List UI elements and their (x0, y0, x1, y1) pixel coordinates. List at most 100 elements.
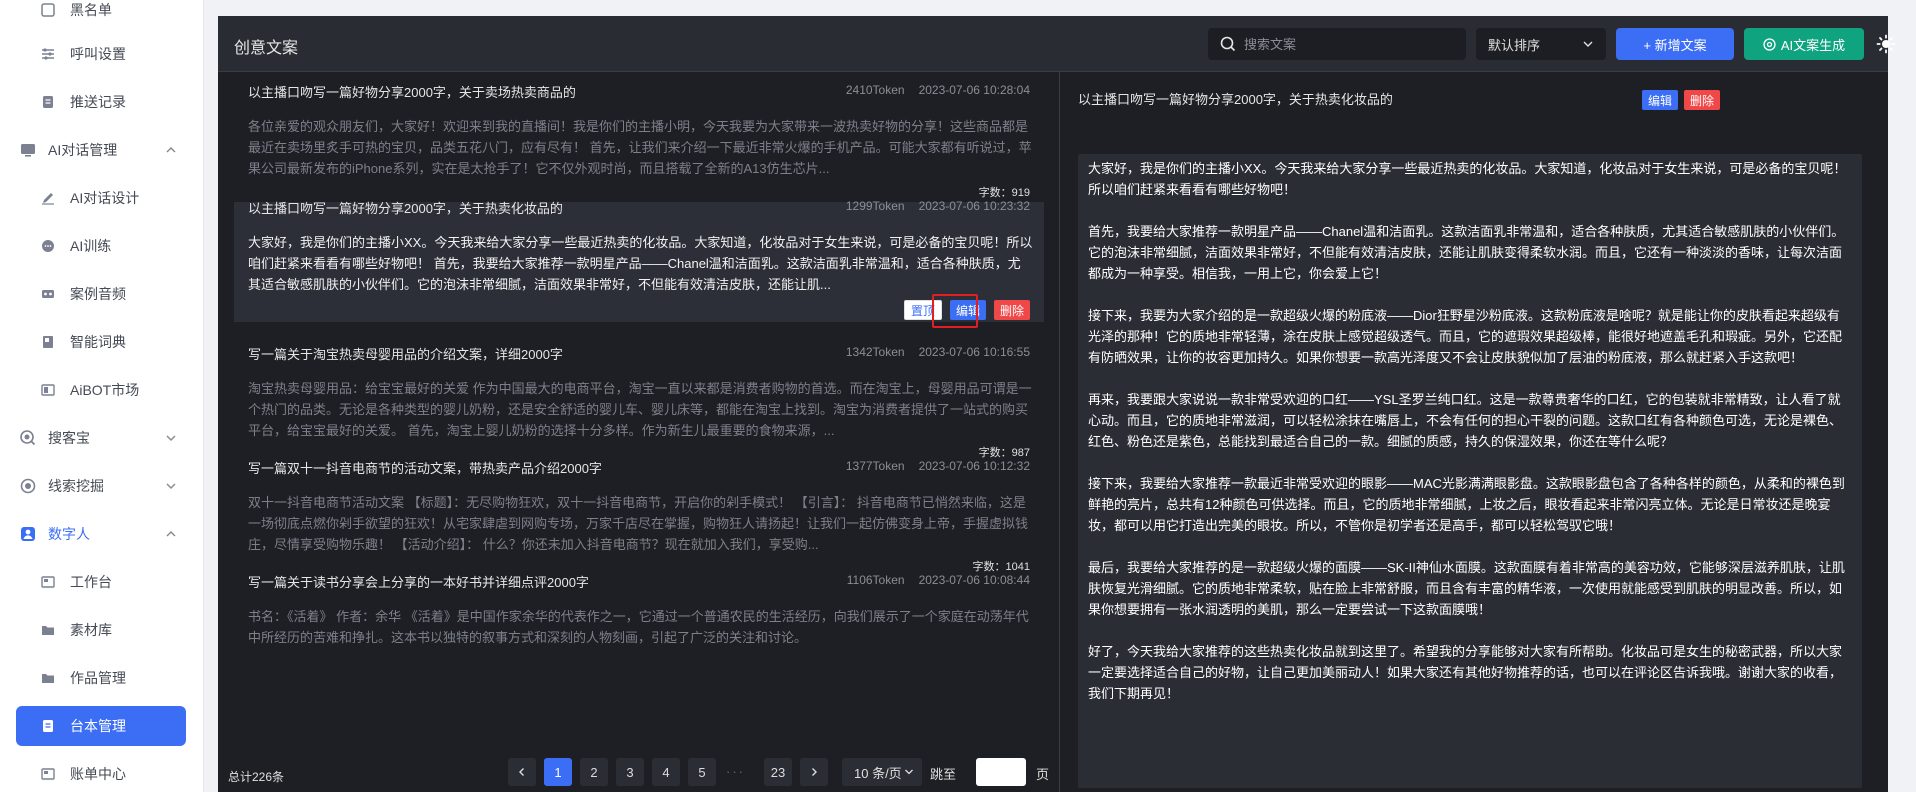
detail-panel: 以主播口吻写一篇好物分享2000字，关于热卖化妆品的 编辑 删除 大家好，我是你… (1060, 72, 1888, 792)
sidebar-item-label: 黑名单 (70, 2, 112, 18)
list-item[interactable]: 写一篇关于读书分享会上分享的一本好书并详细点评2000字 1106Token 20… (234, 562, 1044, 672)
detail-paragraph: 接下来，我要给大家推荐一款最近非常受欢迎的眼影——MAC光影满满眼影盘。这款眼影… (1088, 476, 1845, 533)
ai-icon (1763, 37, 1776, 51)
chevron-down-icon (904, 767, 914, 777)
token-count: 2410Token (845, 83, 905, 97)
top-bar: 创意文案 默认排序 + 新增文案 AI文案生成 (218, 16, 1896, 72)
sort-label: 默认排序 (1488, 37, 1541, 53)
list-item-title: 以主播口吻写一篇好物分享2000字，关于热卖化妆品的 (248, 201, 563, 216)
sidebar-item-ai-training[interactable]: AI训练 (0, 222, 203, 270)
detail-paragraph: 好了，今天我给大家推荐的这些热卖化妆品就到这里了。希望我的分享能够对大家有所帮助… (1088, 644, 1843, 701)
bill-icon (40, 766, 56, 782)
sort-select[interactable]: 默认排序 (1476, 28, 1606, 60)
timestamp: 2023-07-06 10:16:55 (918, 345, 1030, 359)
sidebar-group-ai-dialog[interactable]: AI对话管理 (0, 126, 203, 174)
page-ellipsis[interactable]: ··· (726, 764, 745, 779)
pen-icon (40, 190, 56, 206)
detail-paragraph: 首先，我要给大家推荐一款明星产品——Chanel温和洁面乳。这款洁面乳非常温和，… (1088, 224, 1845, 281)
list-item-meta: 1342Token 2023-07-06 10:16:55 (846, 345, 1030, 359)
sidebar-item-call-settings[interactable]: 呼叫设置 (0, 30, 203, 78)
script-icon (40, 718, 56, 734)
book-icon (40, 334, 56, 350)
sidebar-item-label: 作品管理 (70, 670, 126, 686)
list-item[interactable]: 写一篇关于淘宝热卖母婴用品的介绍文案，详细2000字 1342Token 2023… (234, 334, 1044, 464)
main-panel: 创意文案 默认排序 + 新增文案 AI文案生成 以主播口吻写一篇好物分享2000… (218, 16, 1896, 792)
copy-list: 以主播口吻写一篇好物分享2000字，关于卖场热卖商品的 2410Token 202… (218, 72, 1060, 792)
sidebar-item-label: AI训练 (70, 238, 112, 254)
detail-paragraph: 再来，我要跟大家说说一款非常受欢迎的口红——YSL圣罗兰纯口红。这是一款尊贵奢华… (1088, 392, 1843, 449)
page-suffix-label: 页 (1036, 767, 1050, 782)
sidebar-item-label: 线索挖掘 (48, 478, 104, 494)
sidebar-item-case-audio[interactable]: 案例音频 (0, 270, 203, 318)
detail-actions: 编辑 删除 (1642, 90, 1721, 110)
sidebar-group-digital-human[interactable]: 数字人 (0, 510, 203, 558)
page-button[interactable]: 3 (616, 758, 644, 786)
sidebar-group-lead-mining[interactable]: 线索挖掘 (0, 462, 203, 510)
theme-toggle-button[interactable] (1872, 30, 1900, 58)
sun-icon (1876, 34, 1896, 54)
detail-edit-button[interactable]: 编辑 (1642, 90, 1679, 110)
sidebar-item-label: 案例音频 (70, 286, 126, 302)
search-input[interactable] (1244, 36, 1444, 52)
folder-icon (40, 670, 56, 686)
chevron-down-icon (164, 431, 178, 445)
delete-button[interactable]: 删除 (993, 300, 1030, 320)
folder-icon (40, 622, 56, 638)
detail-title: 以主播口吻写一篇好物分享2000字，关于热卖化妆品的 (1078, 92, 1393, 107)
timestamp: 2023-07-06 10:08:44 (918, 573, 1030, 587)
sidebar-item-push-records[interactable]: 推送记录 (0, 78, 203, 126)
sidebar-item-billing-center[interactable]: 账单中心 (0, 750, 203, 792)
page-button[interactable]: 2 (580, 758, 608, 786)
sidebar-item-blacklist[interactable]: 黑名单 (0, 0, 203, 34)
list-item-body: 书名：《活着》 作者：余华 《活着》是中国作家余华的代表作之一，它通过一个普通农… (248, 609, 1029, 645)
list-item-selected[interactable]: 以主播口吻写一篇好物分享2000字，关于热卖化妆品的 1299Token 2023… (234, 199, 1044, 322)
page-button[interactable]: 4 (652, 758, 680, 786)
sidebar-item-label: 素材库 (70, 622, 112, 638)
sidebar-item-aibot-market[interactable]: AiBOT市场 (0, 366, 203, 414)
chat-icon (40, 238, 56, 254)
monitor-icon (20, 142, 36, 158)
highlight-box (932, 294, 978, 328)
detail-delete-button[interactable]: 删除 (1684, 90, 1721, 110)
sidebar-item-label: AI对话管理 (48, 142, 118, 158)
prev-page-button[interactable] (508, 758, 536, 786)
page-button[interactable]: 5 (688, 758, 716, 786)
detail-content: 大家好，我是你们的主播小XX。今天我来给大家分享一些最近热卖的化妆品。大家知道，… (1078, 154, 1862, 788)
sliders-icon (40, 46, 56, 62)
sidebar-item-smart-dictionary[interactable]: 智能词典 (0, 318, 203, 366)
sidebar-item-works-management[interactable]: 作品管理 (0, 654, 203, 702)
timestamp: 2023-07-06 10:23:32 (918, 199, 1030, 213)
sidebar-item-workbench[interactable]: 工作台 (0, 558, 203, 606)
list-item[interactable]: 写一篇双十一抖音电商节的活动文案，带热卖产品介绍2000字 1377Token 2… (234, 448, 1044, 578)
sidebar-item-label: AiBOT市场 (70, 382, 140, 398)
document-icon (40, 94, 56, 110)
chevron-down-icon (1582, 38, 1594, 50)
list-item-body: 各位亲爱的观众朋友们，大家好！欢迎来到我的直播间！我是你们的主播小明，今天我要为… (248, 119, 1032, 176)
sidebar-item-script-management[interactable]: 台本管理 (16, 706, 186, 746)
list-item-meta: 1106Token 2023-07-06 10:08:44 (847, 573, 1030, 587)
list-item[interactable]: 以主播口吻写一篇好物分享2000字，关于卖场热卖商品的 2410Token 202… (234, 72, 1044, 202)
search-circle-icon (20, 430, 36, 446)
ai-generate-button[interactable]: AI文案生成 (1744, 28, 1864, 60)
search-box[interactable] (1208, 28, 1466, 60)
list-item-body: 双十一抖音电商节活动文案 【标题】：无尽购物狂欢，双十一抖音电商节，开启你的剁手… (248, 495, 1029, 552)
sidebar-item-label: 搜客宝 (48, 430, 90, 446)
goto-label: 跳至 (930, 767, 957, 782)
next-page-button[interactable] (800, 758, 828, 786)
cassette-icon (40, 286, 56, 302)
new-copy-button[interactable]: + 新增文案 (1616, 28, 1734, 60)
page-button[interactable]: 1 (544, 758, 572, 786)
sidebar-item-label: 数字人 (48, 526, 90, 542)
chevron-down-icon (164, 479, 178, 493)
sidebar-group-soukebao[interactable]: 搜客宝 (0, 414, 203, 462)
detail-paragraph: 大家好，我是你们的主播小XX。今天我来给大家分享一些最近热卖的化妆品。大家知道，… (1088, 161, 1847, 197)
page-size-select[interactable]: 10 条/页 (842, 758, 922, 786)
list-item-title: 写一篇关于淘宝热卖母婴用品的介绍文案，详细2000字 (248, 347, 563, 362)
page-button[interactable]: 23 (764, 758, 792, 786)
sidebar-item-material-library[interactable]: 素材库 (0, 606, 203, 654)
list-item-title: 以主播口吻写一篇好物分享2000字，关于卖场热卖商品的 (248, 85, 576, 100)
word-count: 字数：919 (978, 187, 1030, 199)
sidebar-item-ai-dialog-design[interactable]: AI对话设计 (0, 174, 203, 222)
goto-page-input[interactable] (976, 758, 1026, 786)
list-item-title: 写一篇关于读书分享会上分享的一本好书并详细点评2000字 (248, 575, 589, 590)
